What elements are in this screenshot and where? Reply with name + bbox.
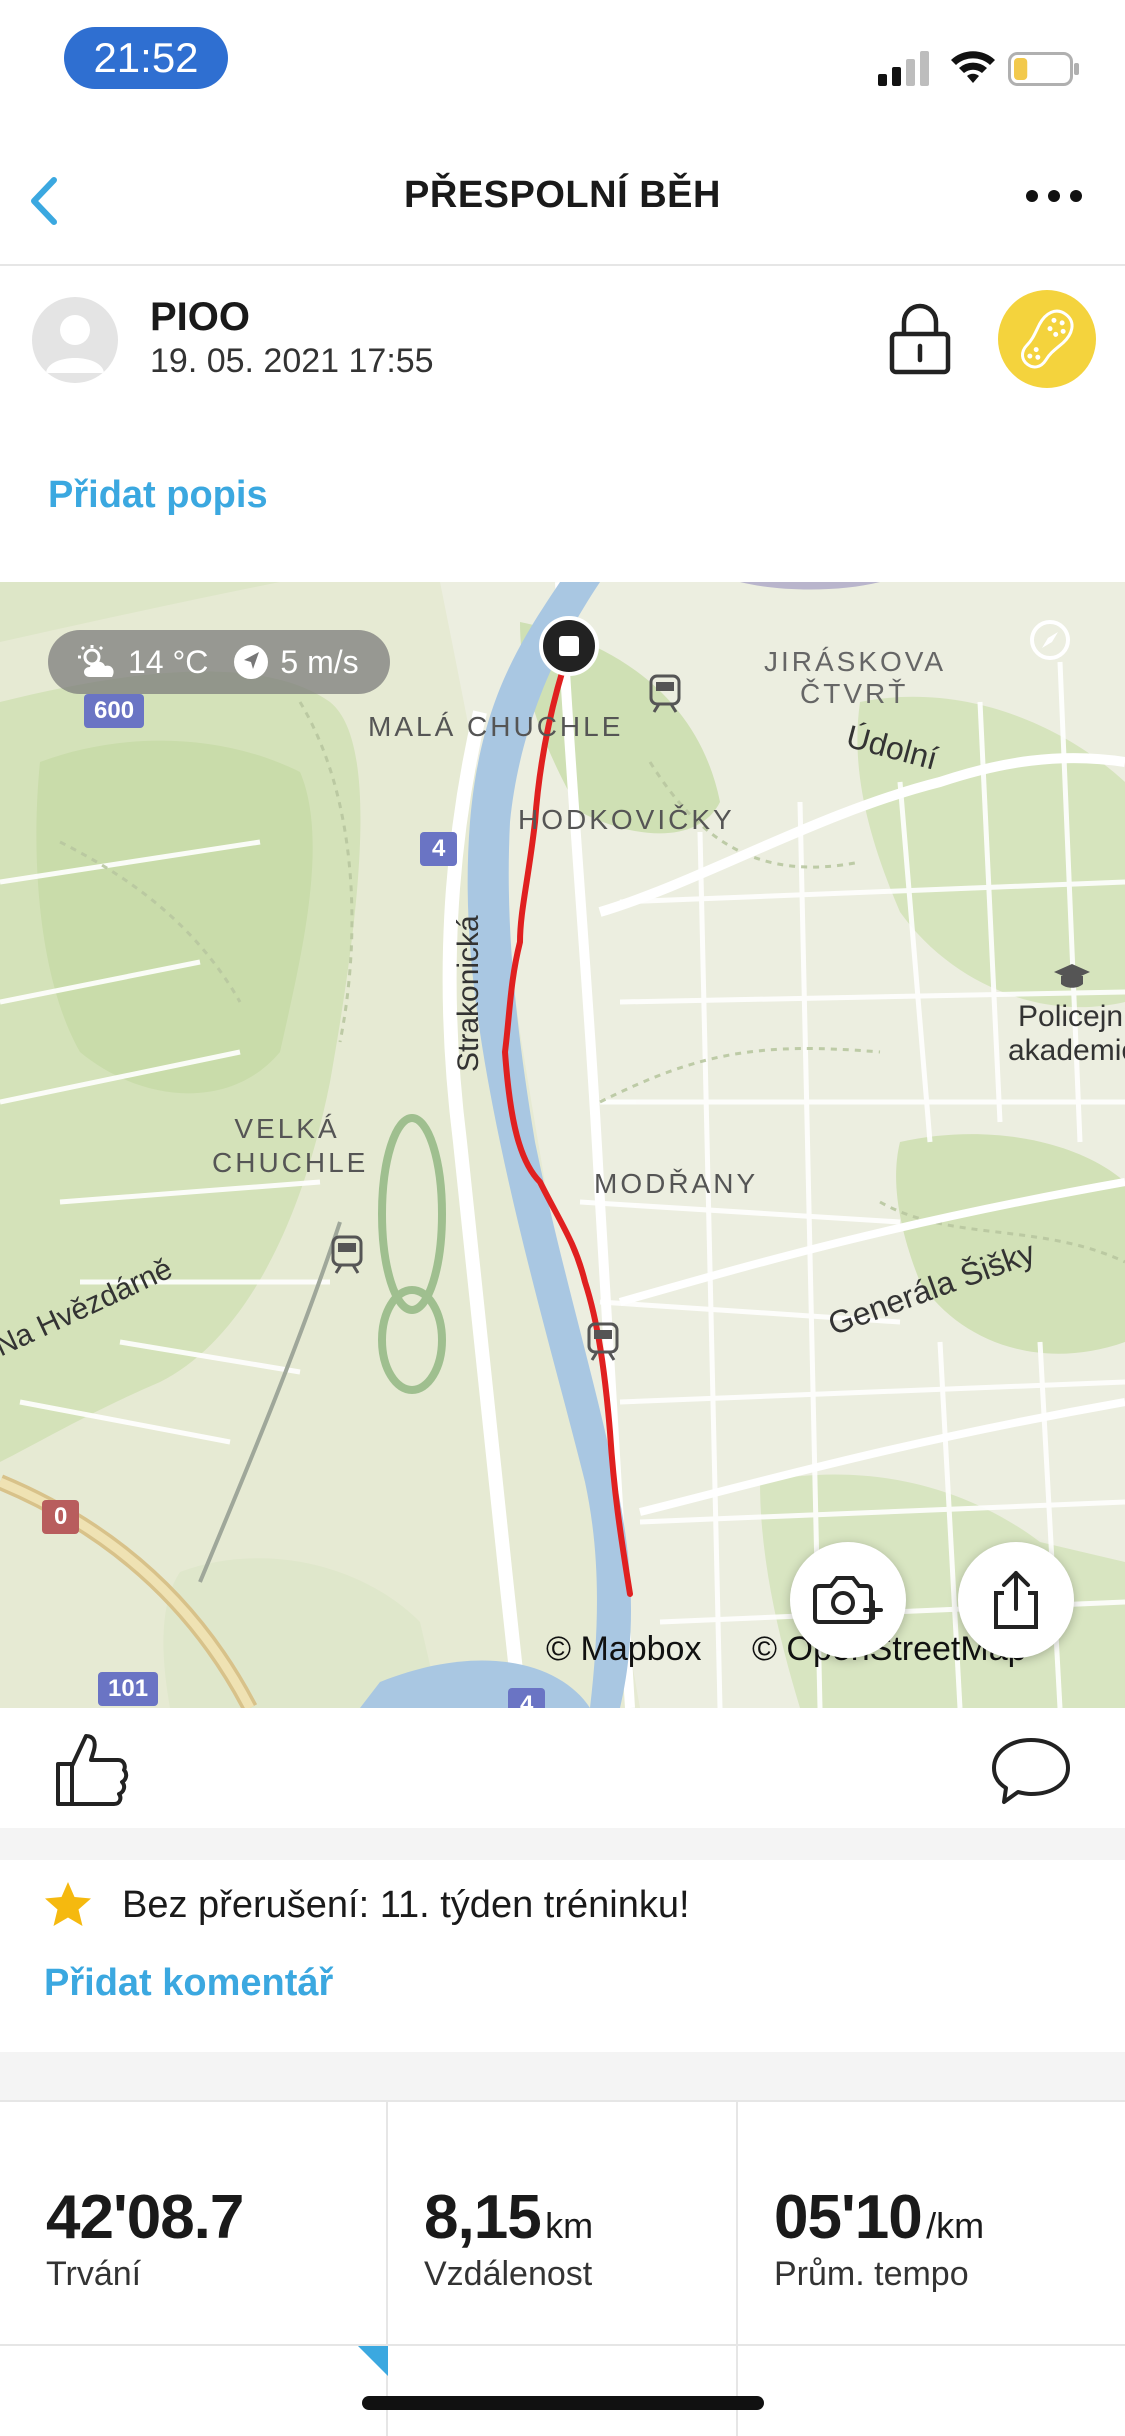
train-station-icon (648, 674, 682, 719)
academy-icon (1052, 962, 1092, 997)
stat-distance-value: 8,15 (424, 2183, 542, 2252)
activity-datetime: 19. 05. 2021 17:55 (150, 342, 434, 380)
map-label-hodkovicky: HODKOVIČKY (518, 804, 735, 835)
map-label-strakonicka: Strakonická (452, 915, 485, 1072)
camera-plus-icon (813, 1576, 883, 1624)
add-comment-link[interactable]: Přidat komentář (44, 1962, 333, 2005)
battery-icon (1008, 52, 1080, 86)
mapbox-attribution[interactable]: © Mapbox (546, 1630, 701, 1669)
compass-icon (1028, 618, 1072, 667)
share-button[interactable] (958, 1542, 1074, 1658)
partly-cloudy-icon (78, 645, 114, 677)
stats-divider (0, 2100, 1125, 2102)
weather-pill: 14 °C 5 m/s (48, 630, 390, 694)
wind-direction-icon (234, 645, 269, 679)
road-shield-600: 600 (84, 694, 145, 728)
comment-icon[interactable] (990, 1736, 1072, 1806)
achievement-text: Bez přerušení: 11. týden tréninku! (122, 1884, 690, 1926)
avatar[interactable] (32, 297, 118, 383)
map-label-jiraskova: JIRÁSKOVA (764, 646, 947, 677)
stat-distance-label: Vzdálenost (424, 2255, 593, 2293)
map-label-velka-chuchle: VELKÁ CHUCHLE (212, 1113, 369, 1178)
more-options-icon[interactable] (1024, 184, 1084, 208)
user-name[interactable]: PIOO (150, 295, 250, 340)
running-shoe-sole-icon (1021, 309, 1074, 369)
map-canvas (0, 582, 1125, 1708)
map-label-policejni: Policejní (1018, 1000, 1125, 1033)
home-indicator (362, 2396, 764, 2410)
map-label-akademie: akademie (1008, 1034, 1125, 1067)
add-photo-button[interactable] (790, 1542, 906, 1658)
nav-divider (0, 264, 1125, 266)
road-shield-4-south: 4 (508, 1688, 546, 1708)
sport-badge (998, 290, 1096, 388)
stat-distance[interactable]: 8,15 km Vzdálenost (424, 2182, 593, 2294)
stat-pace-unit: /km (926, 2205, 985, 2246)
stat-duration-value: 42'08.7 (46, 2183, 244, 2252)
stats-divider (386, 2102, 388, 2436)
stat-duration[interactable]: 42'08.7 Trvání (46, 2182, 244, 2294)
cellular-signal-icon (876, 48, 934, 88)
road-shield-4: 4 (420, 832, 458, 866)
section-separator (0, 1828, 1125, 1860)
star-icon (42, 1880, 94, 1930)
avatar-placeholder-icon (46, 315, 104, 373)
stat-duration-label: Trvání (46, 2255, 142, 2293)
status-time: 21:52 (64, 27, 228, 89)
stat-pace-label: Prům. tempo (774, 2255, 969, 2293)
lock-icon[interactable] (886, 302, 954, 376)
stats-divider (0, 2344, 1125, 2346)
train-station-icon (586, 1322, 620, 1367)
map-label-modrany: MODŘANY (594, 1168, 759, 1199)
train-station-icon (330, 1235, 364, 1280)
stop-icon (559, 636, 579, 656)
selected-stat-indicator (358, 2346, 388, 2376)
route-map[interactable]: MALÁ CHUCHLE HODKOVIČKY JIRÁSKOVA ČTVRŤ … (0, 582, 1125, 1708)
share-icon (994, 1571, 1038, 1629)
stat-pace[interactable]: 05'10 /km Prům. tempo (774, 2182, 984, 2294)
route-end-marker (539, 616, 599, 676)
stat-pace-value: 05'10 (774, 2183, 923, 2252)
road-shield-0: 0 (42, 1500, 80, 1534)
weather-wind: 5 m/s (280, 643, 359, 680)
page-title: PŘESPOLNÍ BĚH (404, 174, 721, 216)
stat-distance-unit: km (545, 2205, 594, 2246)
map-label-ctvrt: ČTVRŤ (800, 678, 909, 709)
wifi-icon (948, 46, 998, 86)
weather-temperature: 14 °C (128, 643, 209, 680)
add-description-link[interactable]: Přidat popis (48, 474, 268, 517)
map-label-mala-chuchle: MALÁ CHUCHLE (368, 711, 624, 742)
road-shield-101: 101 (98, 1672, 159, 1706)
section-separator (0, 2052, 1125, 2100)
stats-divider (736, 2102, 738, 2436)
like-icon[interactable] (54, 1728, 130, 1808)
